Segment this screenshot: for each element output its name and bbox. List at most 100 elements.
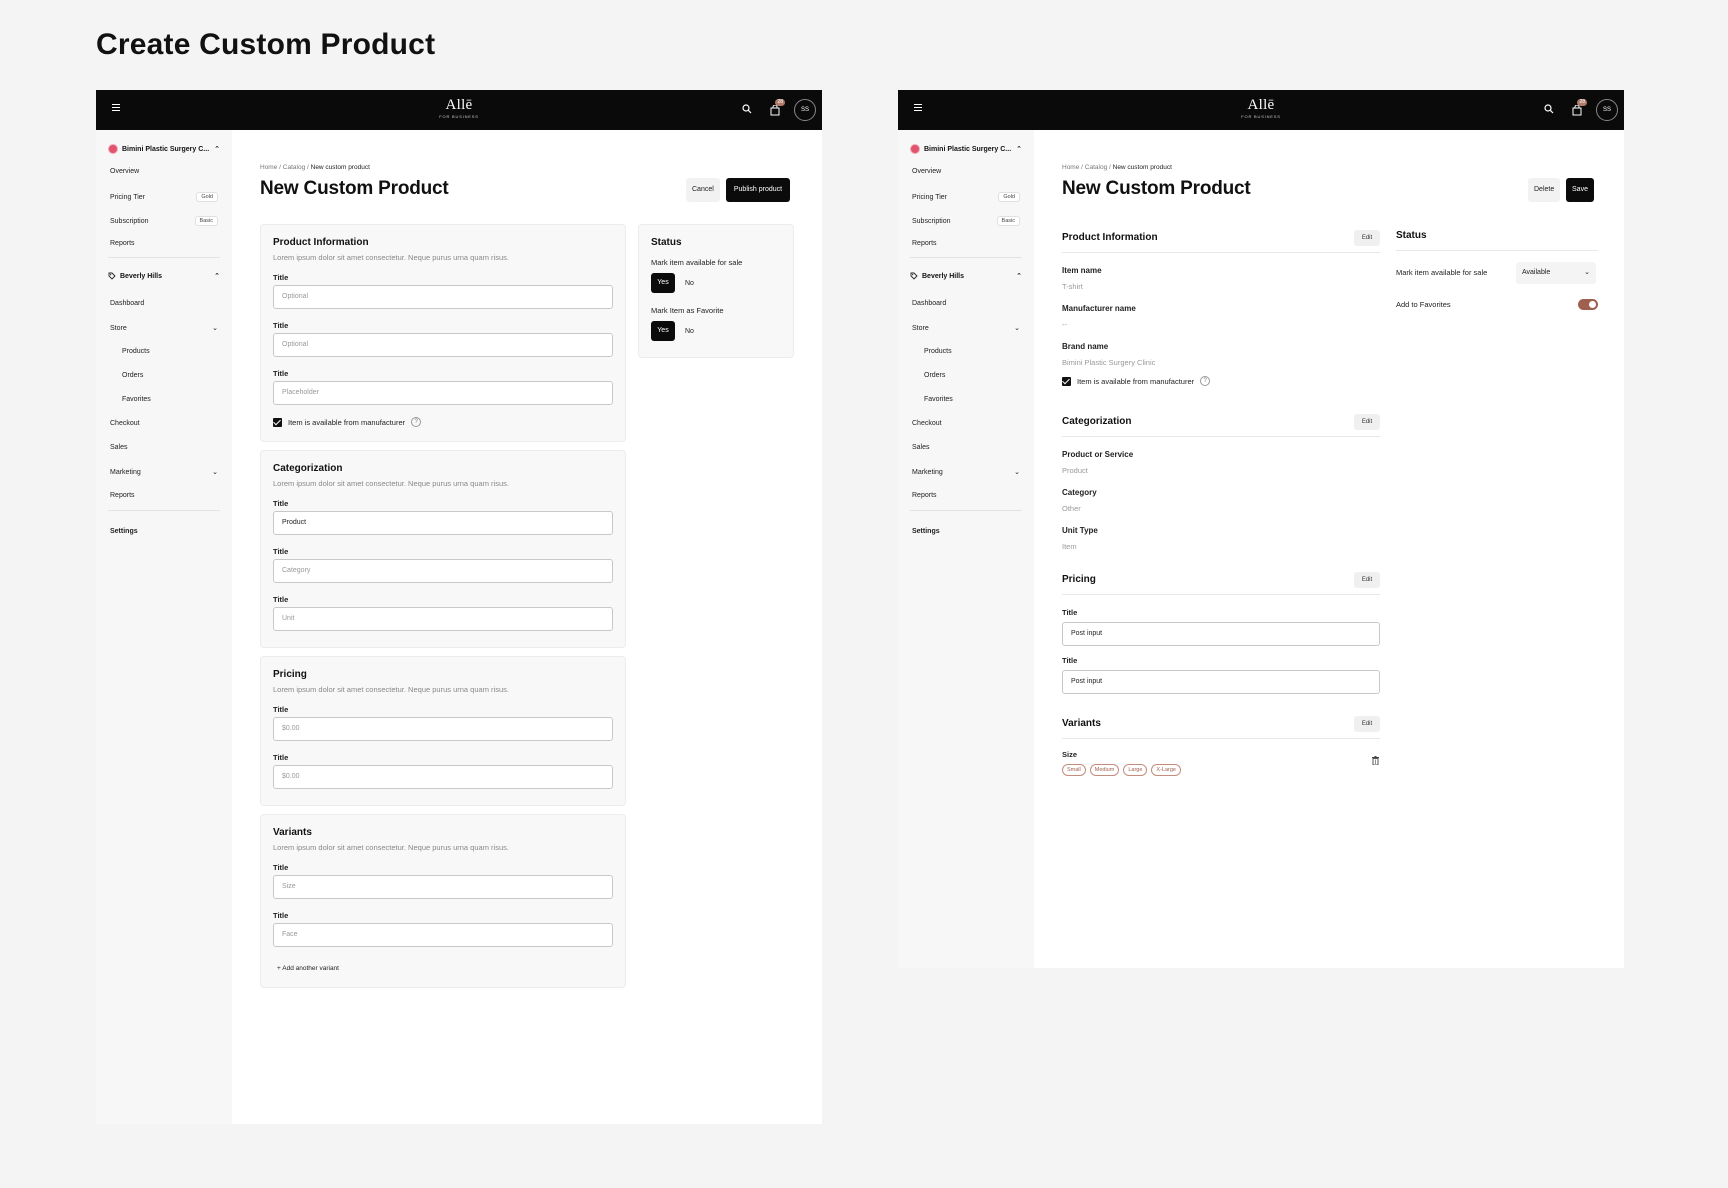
publish-product-button[interactable]: Publish product	[726, 178, 790, 202]
sidebar-item-favorites[interactable]: Favorites	[122, 396, 218, 403]
price-input[interactable]: $0.00	[273, 717, 613, 741]
title-input[interactable]: Optional	[273, 285, 613, 309]
sidebar-item-settings[interactable]: Settings	[912, 528, 1020, 535]
price-input[interactable]: Post input	[1062, 622, 1380, 646]
field-label: Title	[273, 863, 289, 872]
tier-badge: Gold	[196, 192, 218, 202]
search-icon[interactable]	[1544, 104, 1554, 114]
org-switcher[interactable]: Bimini Plastic Surgery C... ⌃	[108, 142, 220, 156]
tag-icon	[910, 272, 918, 280]
title-input[interactable]: Placeholder	[273, 381, 613, 405]
sale-yes-button[interactable]: Yes	[651, 273, 675, 293]
sidebar-item-marketing[interactable]: Marketing ⌄	[912, 468, 1020, 477]
breadcrumb-home[interactable]: Home	[260, 164, 277, 171]
add-variant-button[interactable]: + Add another variant	[277, 965, 339, 972]
org-switcher[interactable]: Bimini Plastic Surgery C... ⌃	[910, 142, 1022, 156]
breadcrumb-home[interactable]: Home	[1062, 164, 1079, 171]
sidebar-item-products[interactable]: Products	[122, 348, 218, 355]
delete-button[interactable]: Delete	[1528, 178, 1561, 202]
help-icon[interactable]: ?	[411, 417, 422, 427]
sidebar-item-label: Settings	[912, 528, 940, 535]
sidebar-item-checkout[interactable]: Checkout	[110, 420, 218, 427]
user-avatar[interactable]: SS	[1596, 99, 1618, 121]
search-icon[interactable]	[742, 104, 752, 114]
shopping-bag-icon	[1572, 104, 1582, 116]
edit-product-info-button[interactable]: Edit	[1354, 230, 1380, 246]
sidebar-item-settings[interactable]: Settings	[110, 528, 218, 535]
sidebar-item-products[interactable]: Products	[924, 348, 1020, 355]
sidebar-item-label: Sales	[912, 444, 930, 451]
sidebar-item-dashboard[interactable]: Dashboard	[110, 300, 218, 307]
sidebar-item-reports[interactable]: Reports	[912, 240, 1020, 247]
sidebar-item-reports[interactable]: Reports	[110, 240, 218, 247]
hamburger-menu-icon[interactable]	[914, 104, 922, 112]
sidebar-item-reports[interactable]: Reports	[912, 492, 1020, 499]
sidebar-item-overview[interactable]: Overview	[110, 168, 218, 175]
save-button[interactable]: Save	[1566, 178, 1594, 202]
sidebar-item-subscription[interactable]: Subscription Basic	[110, 216, 218, 226]
sidebar-item-label: Pricing Tier	[912, 193, 948, 201]
unit-type-label: Unit Type	[1062, 526, 1098, 535]
sidebar-item-orders[interactable]: Orders	[924, 372, 1020, 379]
sidebar-item-label: Products	[122, 348, 150, 355]
sidebar-item-pricing-tier[interactable]: Pricing Tier Gold	[912, 192, 1020, 202]
sidebar-item-dashboard[interactable]: Dashboard	[912, 300, 1020, 307]
favorite-yes-button[interactable]: Yes	[651, 321, 675, 341]
sidebar-item-sales[interactable]: Sales	[110, 444, 218, 451]
unit-input[interactable]: Unit	[273, 607, 613, 631]
sidebar-item-subscription[interactable]: Subscription Basic	[912, 216, 1020, 226]
breadcrumb-catalog[interactable]: Catalog	[1085, 164, 1107, 171]
sidebar-item-reports[interactable]: Reports	[110, 492, 218, 499]
help-icon[interactable]: ?	[1200, 376, 1211, 386]
sidebar-item-checkout[interactable]: Checkout	[912, 420, 1020, 427]
size-chip[interactable]: Small	[1062, 764, 1086, 776]
product-type-input[interactable]: Product	[273, 511, 613, 535]
location-switcher[interactable]: Beverly Hills ⌃	[108, 272, 220, 280]
availability-select[interactable]: Available ⌄	[1516, 262, 1596, 284]
card-title: Pricing	[273, 669, 307, 680]
manufacturer-checkbox[interactable]	[273, 417, 282, 427]
checkbox-label: Item is available from manufacturer	[1077, 376, 1195, 386]
product-information-title: Product Information	[1062, 232, 1158, 243]
main-content: Home / Catalog / New custom product New …	[1034, 130, 1624, 968]
favorite-no-button[interactable]: No	[681, 328, 698, 335]
chevron-down-icon: ⌄	[1584, 269, 1590, 276]
favorites-toggle[interactable]	[1578, 299, 1598, 310]
size-chip[interactable]: Large	[1123, 764, 1148, 776]
manufacturer-checkbox[interactable]	[1062, 376, 1071, 386]
cancel-button[interactable]: Cancel	[686, 178, 720, 202]
sidebar-item-marketing[interactable]: Marketing ⌄	[110, 468, 218, 477]
category-label: Category	[1062, 488, 1097, 497]
size-chip[interactable]: X-Large	[1151, 764, 1181, 776]
trash-icon[interactable]	[1372, 756, 1379, 765]
edit-pricing-button[interactable]: Edit	[1354, 572, 1380, 588]
category-input[interactable]: Category	[273, 559, 613, 583]
cart-button[interactable]: 28	[770, 99, 785, 116]
brand-logo[interactable]: Allē FOR BUSINESS	[1241, 98, 1280, 120]
brand-logo[interactable]: Allē FOR BUSINESS	[439, 98, 478, 120]
sidebar-item-overview[interactable]: Overview	[912, 168, 1020, 175]
cart-button[interactable]: 28	[1572, 99, 1587, 116]
title-input[interactable]: Optional	[273, 333, 613, 357]
hamburger-menu-icon[interactable]	[112, 104, 120, 112]
sidebar-item-pricing-tier[interactable]: Pricing Tier Gold	[110, 192, 218, 202]
sidebar-item-store[interactable]: Store ⌄	[912, 324, 1020, 333]
price-input[interactable]: Post input	[1062, 670, 1380, 694]
price-input[interactable]: $0.00	[273, 765, 613, 789]
sidebar-item-store[interactable]: Store ⌄	[110, 324, 218, 333]
variant-input[interactable]: Size	[273, 875, 613, 899]
sidebar-item-favorites[interactable]: Favorites	[924, 396, 1020, 403]
size-chip[interactable]: Medium	[1089, 764, 1120, 776]
location-switcher[interactable]: Beverly Hills ⌃	[910, 272, 1022, 280]
sidebar-item-sales[interactable]: Sales	[912, 444, 1020, 451]
sale-no-button[interactable]: No	[681, 280, 698, 287]
edit-variants-button[interactable]: Edit	[1354, 716, 1380, 732]
org-name: Bimini Plastic Surgery C...	[924, 145, 1012, 153]
sidebar-item-orders[interactable]: Orders	[122, 372, 218, 379]
variant-input[interactable]: Face	[273, 923, 613, 947]
breadcrumb-catalog[interactable]: Catalog	[283, 164, 305, 171]
edit-categorization-button[interactable]: Edit	[1354, 414, 1380, 430]
user-avatar[interactable]: SS	[794, 99, 816, 121]
top-bar: Allē FOR BUSINESS 28 SS	[898, 90, 1624, 130]
form-heading: New Custom Product	[1062, 178, 1251, 199]
